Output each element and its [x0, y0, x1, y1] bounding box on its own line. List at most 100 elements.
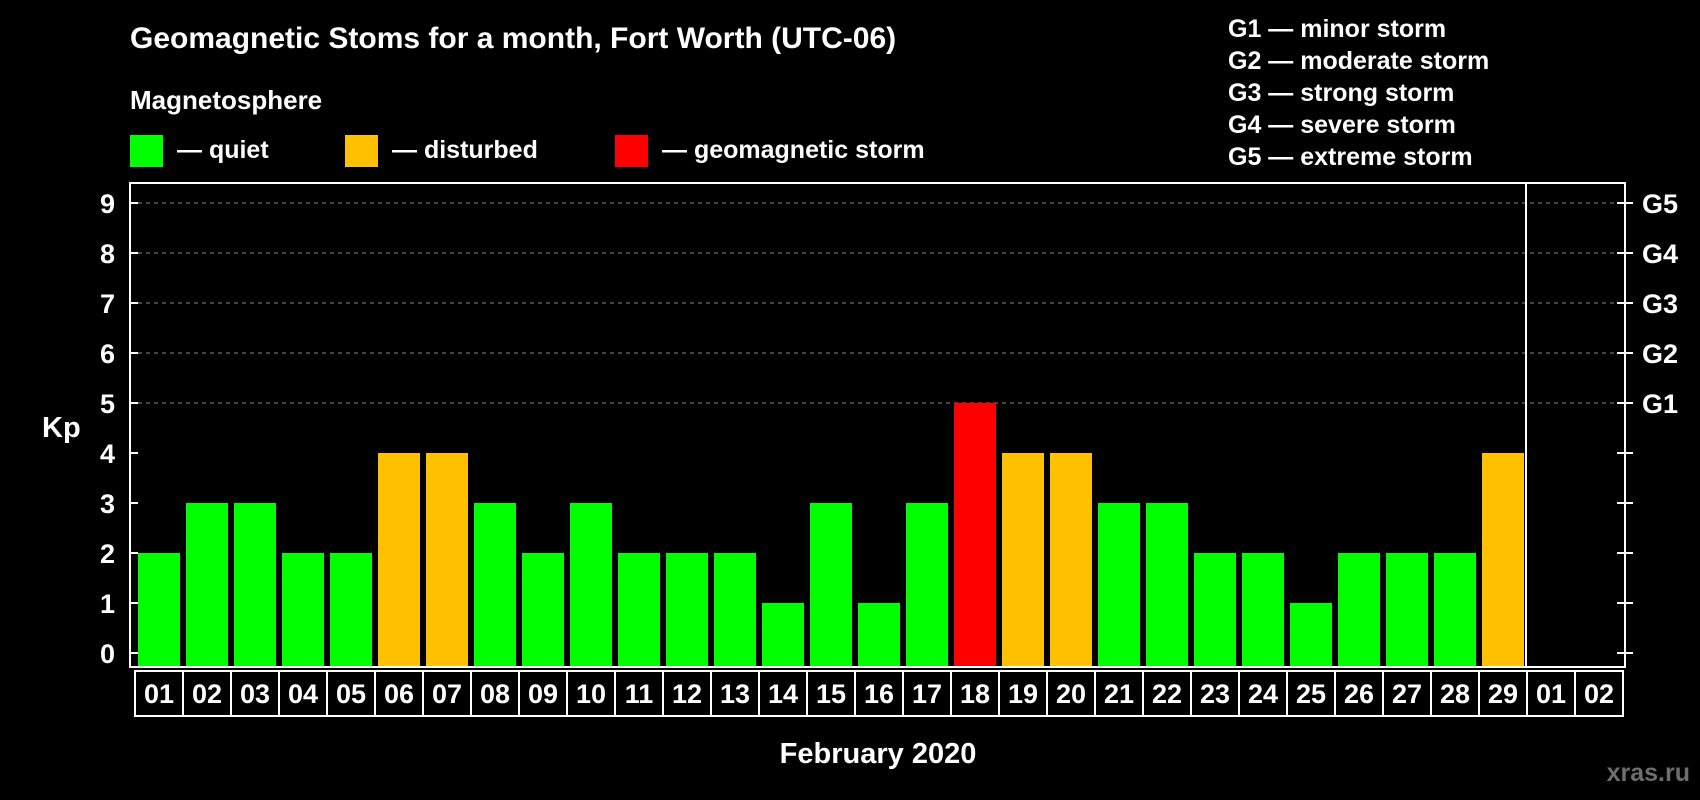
x-tick-label: 07	[432, 679, 462, 709]
x-tick-label: 15	[816, 679, 846, 709]
right-tick-label: G2	[1642, 339, 1678, 369]
x-tick-label: 09	[528, 679, 558, 709]
kp-bar	[1194, 553, 1236, 667]
kp-bar	[1386, 553, 1428, 667]
kp-bar	[666, 553, 708, 667]
storm-level-item: G3 — strong storm	[1228, 79, 1454, 107]
y-tick-label: 8	[100, 239, 115, 269]
kp-bar	[138, 553, 180, 667]
kp-bar	[570, 503, 612, 667]
x-tick-label: 16	[864, 679, 894, 709]
x-tick-label: 19	[1008, 679, 1038, 709]
right-axis-ticks: G1 G2 G3 G4 G5	[1617, 189, 1678, 654]
watermark: xras.ru	[1607, 759, 1690, 787]
kp-bar	[858, 603, 900, 667]
chart-subtitle: Magnetosphere	[130, 85, 322, 115]
kp-bar	[1338, 553, 1380, 667]
x-tick-label: 17	[912, 679, 942, 709]
kp-bar	[618, 553, 660, 667]
x-tick-label: 24	[1248, 679, 1278, 709]
x-tick-label: 14	[768, 679, 798, 709]
kp-bar	[954, 403, 996, 667]
y-axis-ticks: 0 1 2 3 4 5 6 7 8 9	[100, 189, 138, 669]
kp-bar	[234, 503, 276, 667]
x-tick-label: 22	[1152, 679, 1182, 709]
y-tick-label: 2	[100, 539, 115, 569]
x-tick-label: 06	[384, 679, 414, 709]
storm-level-item: G5 — extreme storm	[1228, 143, 1473, 171]
x-tick-label: 01	[1536, 679, 1566, 709]
y-tick-label: 9	[100, 189, 115, 219]
bar-series	[138, 403, 1524, 667]
legend-label: — quiet	[177, 136, 269, 164]
x-tick-label: 28	[1440, 679, 1470, 709]
right-tick-label: G3	[1642, 289, 1678, 319]
kp-bar	[1002, 453, 1044, 667]
kp-bar	[1098, 503, 1140, 667]
x-tick-label: 21	[1104, 679, 1134, 709]
legend-label: — geomagnetic storm	[662, 136, 925, 164]
storm-level-legend: G1 — minor storm G2 — moderate storm G3 — …	[1228, 15, 1489, 171]
chart-title: Geomagnetic Stoms for a month, Fort Wort…	[130, 22, 896, 55]
x-tick-label: 25	[1296, 679, 1326, 709]
x-tick-label: 12	[672, 679, 702, 709]
legend-swatch	[345, 135, 378, 167]
x-tick-label: 18	[960, 679, 990, 709]
x-tick-label: 20	[1056, 679, 1086, 709]
kp-bar	[1434, 553, 1476, 667]
x-tick-label: 13	[720, 679, 750, 709]
y-tick-label: 0	[100, 639, 115, 669]
kp-bar	[762, 603, 804, 667]
kp-chart: Geomagnetic Stoms for a month, Fort Wort…	[42, 15, 1690, 787]
y-tick-label: 6	[100, 339, 115, 369]
kp-bar	[906, 503, 948, 667]
x-tick-label: 23	[1200, 679, 1230, 709]
kp-bar	[282, 553, 324, 667]
x-tick-label: 08	[480, 679, 510, 709]
kp-bar	[474, 503, 516, 667]
storm-level-item: G1 — minor storm	[1228, 15, 1446, 43]
legend-swatch	[130, 135, 163, 167]
x-tick-label: 27	[1392, 679, 1422, 709]
x-axis-labels: 01 02 03 04 05 06 07 08 09 10 11 12 13 14 15 16 17 18 19 20…	[134, 670, 1624, 717]
kp-bar	[186, 503, 228, 667]
right-tick-label: G5	[1642, 189, 1678, 219]
legend-swatch	[615, 135, 648, 167]
kp-bar	[1242, 553, 1284, 667]
legend-item: — geomagnetic storm	[615, 135, 925, 167]
x-tick-label: 26	[1344, 679, 1374, 709]
y-tick-label: 7	[100, 289, 115, 319]
kp-bar	[522, 553, 564, 667]
kp-bar	[1290, 603, 1332, 667]
x-tick-label: 04	[288, 679, 318, 709]
x-tick-label: 03	[240, 679, 270, 709]
kp-bar	[1146, 503, 1188, 667]
x-tick-label: 11	[625, 679, 654, 709]
kp-bar	[714, 553, 756, 667]
x-tick-label: 05	[336, 679, 366, 709]
y-tick-label: 1	[100, 589, 115, 619]
storm-level-item: G4 — severe storm	[1228, 111, 1456, 139]
x-tick-label: 10	[576, 679, 606, 709]
legend-item: — disturbed	[345, 135, 538, 167]
x-tick-label: 02	[1584, 679, 1614, 709]
y-tick-label: 5	[100, 389, 115, 419]
x-tick-label: 02	[192, 679, 222, 709]
y-axis-label: Kp	[42, 412, 81, 444]
storm-level-item: G2 — moderate storm	[1228, 47, 1489, 75]
x-tick-label: 29	[1488, 679, 1518, 709]
kp-bar	[378, 453, 420, 667]
kp-bar	[426, 453, 468, 667]
kp-bar	[1482, 453, 1524, 667]
kp-bar	[1050, 453, 1092, 667]
right-tick-label: G4	[1642, 239, 1678, 269]
kp-bar	[330, 553, 372, 667]
right-tick-label: G1	[1642, 389, 1678, 419]
status-legend: — quiet — disturbed — geomagnetic storm	[130, 135, 925, 167]
y-tick-label: 4	[100, 439, 115, 469]
y-tick-label: 3	[100, 489, 115, 519]
legend-label: — disturbed	[392, 136, 538, 164]
grid-lines	[130, 202, 1625, 404]
x-tick-label: 01	[144, 679, 174, 709]
kp-bar	[810, 503, 852, 667]
